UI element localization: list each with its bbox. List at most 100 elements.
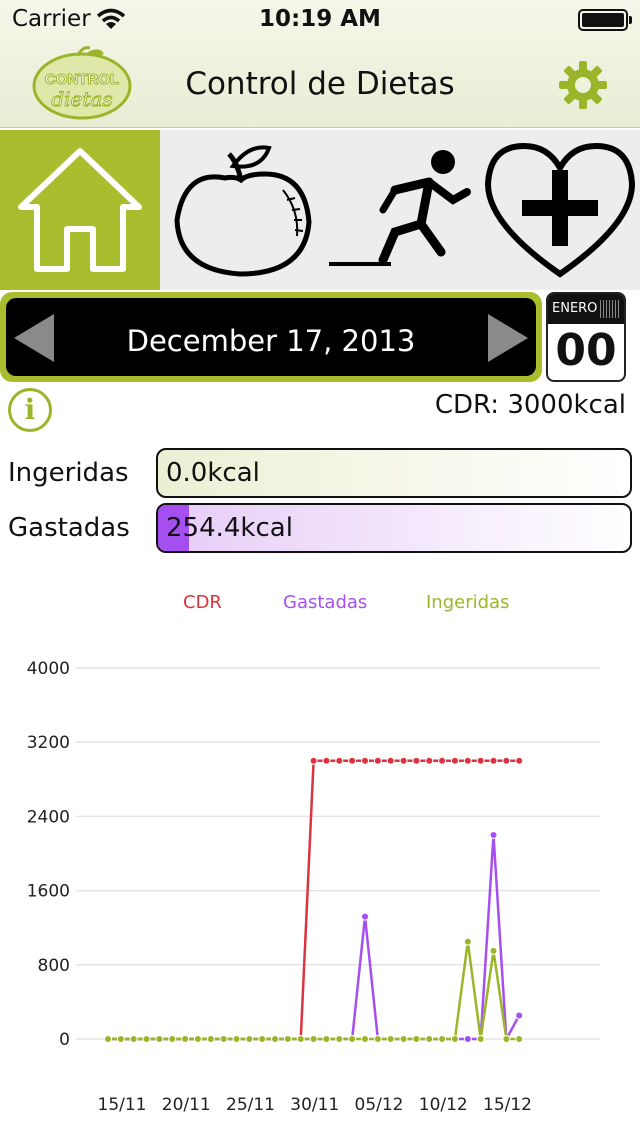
data-point-cdr [361,756,369,765]
data-point-ingeridas [412,1035,421,1043]
tab-home[interactable] [0,130,160,290]
data-point-ingeridas [489,946,498,955]
tab-exercise[interactable] [320,130,480,290]
ingeridas-value: 0.0kcal [166,458,260,488]
x-tick-label: 25/11 [226,1095,275,1115]
y-tick-label: 0 [59,1030,70,1050]
data-point-ingeridas [104,1035,112,1043]
data-point-ingeridas [322,1035,331,1043]
tab-health[interactable] [480,130,640,290]
data-point-cdr [348,756,357,765]
data-point-gastadas [489,830,498,839]
data-point-ingeridas [425,1035,434,1043]
gastadas-bar: 254.4kcal [156,503,632,553]
tab-bar [0,130,640,290]
navigation-bar: Carrier 10:19 AM CONTROL dietas Control … [0,0,640,128]
status-time: 10:19 AM [259,6,381,32]
data-point-ingeridas [232,1035,241,1043]
home-icon [18,148,142,272]
heart-plus-icon [484,142,636,278]
data-point-ingeridas [245,1035,254,1043]
data-point-cdr [515,756,524,765]
y-tick-label: 1600 [27,882,70,902]
data-point-ingeridas [476,1035,485,1043]
battery-icon [578,9,632,31]
data-point-ingeridas [283,1035,292,1043]
next-day-button[interactable] [488,314,528,362]
x-tick-label: 15/11 [98,1095,147,1115]
series-line-ingeridas [108,941,520,1041]
data-point-ingeridas [450,1035,459,1043]
data-point-ingeridas [361,1035,369,1043]
data-point-cdr [412,756,421,765]
data-point-ingeridas [155,1035,164,1043]
ingeridas-bar: 0.0kcal [156,448,632,498]
y-tick-label: 800 [38,956,70,976]
data-point-ingeridas [373,1035,382,1043]
data-point-ingeridas [309,1035,318,1043]
apple-icon [174,145,312,277]
x-tick-label: 10/12 [419,1095,468,1115]
y-tick-label: 2400 [27,807,70,827]
data-point-ingeridas [463,937,472,946]
data-point-gastadas [515,1011,524,1020]
data-point-cdr [450,756,459,765]
x-tick-label: 15/12 [483,1095,532,1115]
data-point-ingeridas [142,1035,151,1043]
data-point-ingeridas [271,1035,280,1043]
data-point-ingeridas [219,1035,228,1043]
cdr-label: CDR: 3000kcal [434,390,626,420]
calendar-month: ENERO [552,301,598,316]
data-point-ingeridas [168,1035,177,1043]
x-tick-label: 30/11 [290,1095,339,1115]
data-point-ingeridas [258,1035,267,1043]
data-point-ingeridas [296,1035,305,1043]
x-tick-label: 05/12 [355,1095,404,1115]
data-point-gastadas [361,912,369,921]
data-point-ingeridas [348,1035,357,1043]
info-icon[interactable]: i [8,388,52,432]
status-bar: Carrier 10:19 AM [0,0,640,40]
data-point-cdr [373,756,382,765]
gastadas-value: 254.4kcal [166,513,293,543]
series-line-gastadas [108,834,521,1044]
data-point-ingeridas [116,1035,125,1043]
data-point-cdr [309,756,318,765]
data-point-ingeridas [515,1035,524,1043]
data-point-ingeridas [399,1035,408,1043]
data-point-cdr [322,756,331,765]
data-point-cdr [476,756,485,765]
y-tick-label: 3200 [27,733,70,753]
data-point-cdr [425,756,434,765]
data-point-cdr [399,756,408,765]
runner-icon [329,150,471,266]
data-point-ingeridas [438,1035,447,1043]
data-point-cdr [489,756,498,765]
data-point-ingeridas [502,1035,511,1043]
y-tick-label: 4000 [27,659,70,679]
data-point-cdr [502,756,511,765]
tab-food[interactable] [160,130,320,290]
data-point-ingeridas [129,1035,138,1043]
page-title: Control de Dietas [185,66,455,102]
series-line-cdr [108,759,520,1041]
data-point-cdr [438,756,447,765]
data-point-ingeridas [181,1035,190,1043]
data-point-cdr [386,756,395,765]
gear-icon[interactable] [558,60,608,110]
data-point-cdr [463,756,472,765]
data-point-cdr [335,756,344,765]
data-point-ingeridas [386,1035,395,1043]
data-point-ingeridas [193,1035,202,1043]
date-selector: December 17, 2013 [0,292,542,382]
calorie-chart: 0 800 1600 2400 3200 4000 15/11 20/11 25/11 30/11… [27,659,600,1115]
calendar-day: 00 [555,325,617,376]
calendar-button[interactable]: ENERO 00 [546,292,626,382]
data-point-ingeridas [335,1035,344,1043]
ingeridas-label: Ingeridas [8,458,129,488]
x-tick-label: 20/11 [162,1095,211,1115]
data-point-gastadas [463,1035,472,1043]
data-point-ingeridas [206,1035,215,1043]
current-date[interactable]: December 17, 2013 [6,324,536,358]
gastadas-label: Gastadas [8,513,130,543]
